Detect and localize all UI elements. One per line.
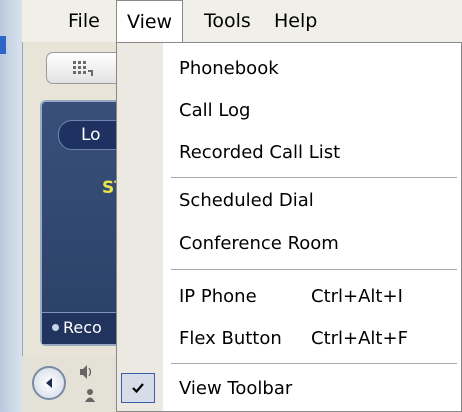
speaker-icon: [80, 365, 92, 379]
back-button[interactable]: [32, 366, 66, 400]
menu-item-conference-room[interactable]: Conference Room: [117, 224, 462, 264]
menu-item-shortcut: Ctrl+Alt+F: [311, 328, 408, 349]
menu-item-label: View Toolbar: [179, 378, 293, 399]
menu-item-label: Recorded Call List: [179, 142, 341, 163]
check-icon: [121, 373, 155, 403]
menu-item-label: Call Log: [179, 100, 251, 121]
bottom-controls: [22, 356, 122, 412]
menu-tools[interactable]: Tools: [194, 0, 261, 42]
menu-item-phonebook[interactable]: Phonebook: [117, 49, 462, 89]
menu-separator: [171, 177, 457, 179]
menu-help[interactable]: Help: [264, 0, 327, 42]
left-window-edge: [0, 0, 22, 412]
menu-separator: [171, 363, 457, 365]
menu-item-ip-phone[interactable]: IP Phone Ctrl+Alt+I: [117, 277, 462, 317]
record-dot-icon: [52, 324, 59, 331]
view-menu-dropdown: Phonebook Call Log Recorded Call List Sc…: [116, 42, 462, 412]
menu-item-label: IP Phone: [179, 286, 257, 307]
menu-item-call-log[interactable]: Call Log: [117, 91, 462, 131]
dialpad-button[interactable]: [46, 52, 124, 84]
person-icon: [85, 389, 95, 402]
menu-item-label: Flex Button: [179, 328, 282, 349]
menu-item-shortcut: Ctrl+Alt+I: [311, 286, 403, 307]
menu-item-flex-button[interactable]: Flex Button Ctrl+Alt+F: [117, 319, 462, 359]
selection-marker: [0, 36, 6, 54]
dialpad-icon: [73, 61, 93, 76]
menu-item-scheduled-dial[interactable]: Scheduled Dial: [117, 181, 462, 221]
menu-view[interactable]: View: [116, 0, 184, 43]
arrow-left-icon: [46, 378, 52, 388]
menu-item-recorded-call-list[interactable]: Recorded Call List: [117, 133, 462, 173]
menu-bar: File View Tools Help: [22, 0, 462, 43]
menu-file[interactable]: File: [58, 0, 110, 42]
menu-item-label: Conference Room: [179, 233, 339, 254]
record-label: Reco: [63, 318, 102, 337]
menu-item-label: Scheduled Dial: [179, 190, 314, 211]
menu-separator: [171, 269, 457, 271]
menu-item-label: Phonebook: [179, 58, 279, 79]
menu-item-view-toolbar[interactable]: View Toolbar: [117, 369, 462, 409]
